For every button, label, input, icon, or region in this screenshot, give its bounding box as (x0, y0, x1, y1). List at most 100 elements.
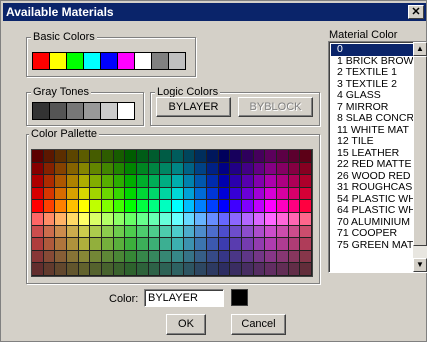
palette-cell[interactable] (32, 263, 44, 276)
palette-cell[interactable] (230, 200, 242, 213)
palette-cell[interactable] (125, 250, 137, 264)
palette-cell[interactable] (43, 200, 56, 213)
material-color-list[interactable]: 01 BRICK BROW 2 TEXTILE 13 TEXTILE 24 GLA… (328, 41, 427, 273)
palette-cell[interactable] (195, 187, 207, 201)
palette-cell[interactable] (195, 225, 207, 239)
palette-cell[interactable] (207, 213, 219, 226)
palette-cell[interactable] (137, 187, 149, 201)
palette-cell[interactable] (78, 162, 91, 176)
palette-cell[interactable] (90, 238, 102, 251)
palette-cell[interactable] (277, 225, 289, 239)
palette-cell[interactable] (113, 175, 126, 188)
palette-cell[interactable] (183, 250, 196, 264)
palette-cell[interactable] (32, 213, 44, 226)
palette-cell[interactable] (172, 250, 184, 264)
palette-cell[interactable] (43, 175, 56, 188)
palette-cell[interactable] (253, 187, 266, 201)
palette-cell[interactable] (137, 175, 149, 188)
palette-cell[interactable] (43, 150, 56, 163)
palette-cell[interactable] (195, 150, 207, 163)
palette-cell[interactable] (288, 250, 301, 264)
palette-cell[interactable] (160, 263, 172, 276)
material-list-item[interactable]: 12 TILE (331, 136, 415, 148)
palette-cell[interactable] (288, 213, 301, 226)
palette-cell[interactable] (67, 187, 79, 201)
palette-cell[interactable] (288, 162, 301, 176)
close-icon[interactable]: ✕ (408, 5, 424, 19)
palette-cell[interactable] (55, 200, 67, 213)
palette-cell[interactable] (230, 238, 242, 251)
palette-cell[interactable] (55, 187, 67, 201)
palette-cell[interactable] (55, 162, 67, 176)
palette-cell[interactable] (137, 238, 149, 251)
palette-cell[interactable] (78, 150, 91, 163)
palette-cell[interactable] (242, 200, 254, 213)
palette-cell[interactable] (90, 150, 102, 163)
palette-cell[interactable] (242, 150, 254, 163)
palette-cell[interactable] (195, 213, 207, 226)
palette-cell[interactable] (90, 175, 102, 188)
byblock-button[interactable]: BYBLOCK (238, 97, 313, 117)
palette-cell[interactable] (230, 263, 242, 276)
gray-tone-swatch-5[interactable] (117, 102, 135, 120)
palette-cell[interactable] (183, 162, 196, 176)
palette-cell[interactable] (43, 213, 56, 226)
palette-cell[interactable] (172, 200, 184, 213)
palette-cell[interactable] (90, 200, 102, 213)
gray-tone-swatch-0[interactable] (32, 102, 50, 120)
palette-cell[interactable] (230, 225, 242, 239)
palette-cell[interactable] (32, 162, 44, 176)
scroll-up-icon[interactable]: ▲ (413, 42, 427, 56)
palette-cell[interactable] (277, 263, 289, 276)
palette-cell[interactable] (102, 175, 114, 188)
palette-cell[interactable] (288, 187, 301, 201)
palette-cell[interactable] (242, 238, 254, 251)
palette-cell[interactable] (160, 213, 172, 226)
palette-cell[interactable] (172, 175, 184, 188)
palette-cell[interactable] (253, 213, 266, 226)
palette-cell[interactable] (265, 250, 277, 264)
palette-cell[interactable] (218, 150, 231, 163)
palette-cell[interactable] (148, 213, 161, 226)
palette-cell[interactable] (183, 238, 196, 251)
palette-cell[interactable] (113, 150, 126, 163)
palette-cell[interactable] (125, 263, 137, 276)
palette-cell[interactable] (43, 238, 56, 251)
palette-cell[interactable] (67, 200, 79, 213)
palette-cell[interactable] (300, 175, 312, 188)
ok-button[interactable]: OK (166, 314, 206, 335)
palette-cell[interactable] (207, 187, 219, 201)
palette-cell[interactable] (195, 250, 207, 264)
palette-cell[interactable] (32, 150, 44, 163)
palette-cell[interactable] (148, 150, 161, 163)
palette-cell[interactable] (78, 250, 91, 264)
palette-cell[interactable] (137, 225, 149, 239)
palette-cell[interactable] (137, 150, 149, 163)
palette-cell[interactable] (207, 200, 219, 213)
palette-cell[interactable] (288, 225, 301, 239)
palette-cell[interactable] (218, 175, 231, 188)
palette-cell[interactable] (288, 200, 301, 213)
material-list-item[interactable]: 15 LEATHER (331, 148, 415, 160)
palette-cell[interactable] (172, 150, 184, 163)
palette-cell[interactable] (125, 175, 137, 188)
palette-cell[interactable] (160, 162, 172, 176)
palette-cell[interactable] (288, 175, 301, 188)
palette-cell[interactable] (113, 200, 126, 213)
palette-cell[interactable] (253, 225, 266, 239)
palette-cell[interactable] (32, 175, 44, 188)
palette-cell[interactable] (102, 213, 114, 226)
palette-cell[interactable] (43, 225, 56, 239)
palette-cell[interactable] (67, 263, 79, 276)
palette-cell[interactable] (172, 213, 184, 226)
material-list-item[interactable]: 54 PLASTIC WH (331, 194, 415, 206)
palette-cell[interactable] (113, 213, 126, 226)
palette-cell[interactable] (277, 213, 289, 226)
palette-cell[interactable] (195, 162, 207, 176)
palette-cell[interactable] (277, 162, 289, 176)
palette-cell[interactable] (125, 200, 137, 213)
palette-cell[interactable] (207, 250, 219, 264)
palette-cell[interactable] (55, 250, 67, 264)
palette-cell[interactable] (125, 238, 137, 251)
palette-cell[interactable] (43, 162, 56, 176)
